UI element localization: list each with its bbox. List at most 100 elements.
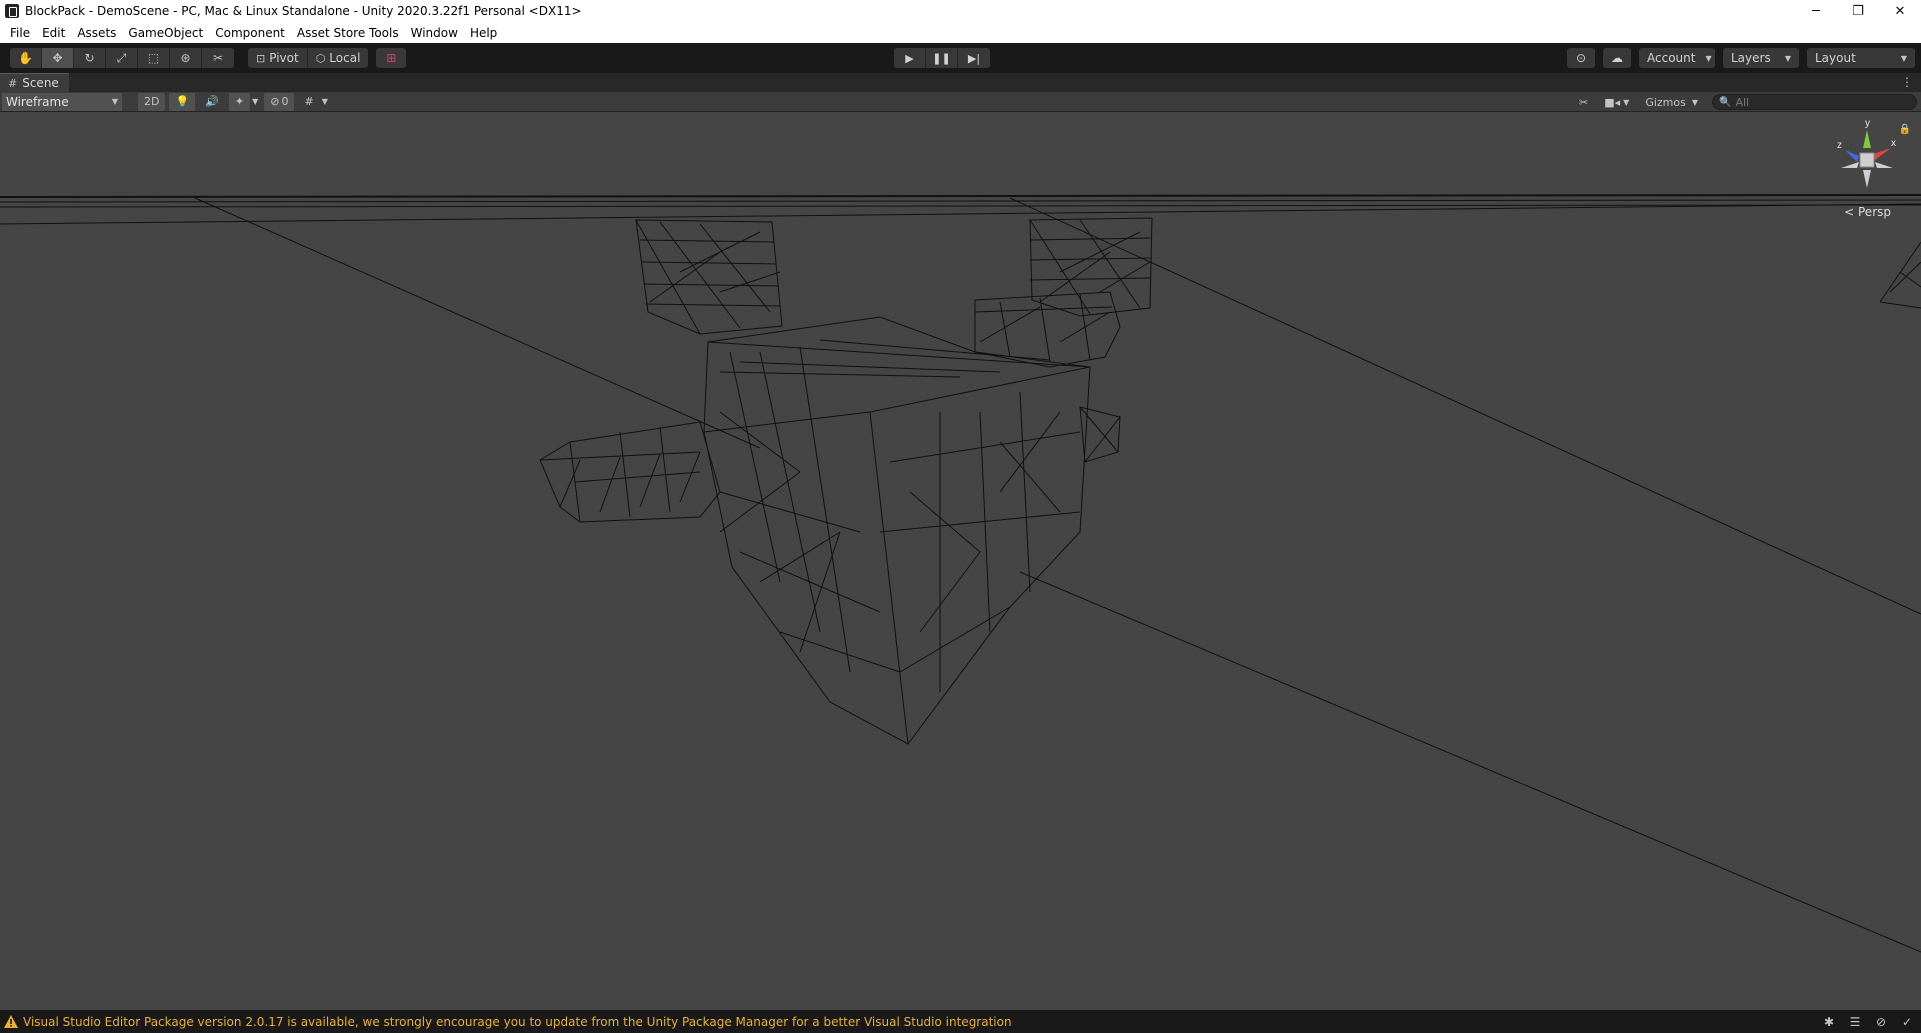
local-toggle-button[interactable]: ⬡ Local (307, 48, 369, 68)
menu-component[interactable]: Component (209, 26, 291, 40)
close-button[interactable]: ✕ (1879, 0, 1921, 22)
pause-icon[interactable]: ❚❚ (926, 48, 958, 68)
gizmo-y-axis (1863, 130, 1871, 148)
menu-bar: File Edit Assets GameObject Component As… (0, 22, 1921, 43)
tab-scene[interactable]: # Scene (0, 73, 69, 92)
hidden-eye-icon: ⊘ (270, 95, 280, 108)
more-options-icon[interactable]: ⋮ (1901, 75, 1913, 89)
far-right-partial-object (1879, 241, 1921, 309)
tab-scene-label: Scene (22, 76, 59, 90)
floating-block-right (1029, 217, 1153, 317)
scale-tool-icon[interactable]: ⤢ (106, 48, 138, 68)
chevron-down-icon[interactable]: ▼ (250, 93, 260, 111)
ground-line (1009, 197, 1921, 615)
collab-icon[interactable]: ⊙ (1567, 48, 1595, 68)
projection-text: Persp (1858, 205, 1891, 219)
local-cube-icon: ⬡ (315, 51, 326, 65)
gizmos-dropdown[interactable]: Gizmos ▼ (1639, 93, 1704, 111)
hand-tool-icon[interactable]: ✋ (10, 48, 42, 68)
search-placeholder: All (1735, 95, 1750, 109)
chevron-down-icon[interactable]: ▼ (320, 93, 330, 111)
cloud-icon[interactable]: ☁ (1603, 48, 1631, 68)
unity-logo-icon (5, 4, 19, 18)
gizmo-z-axis (1845, 150, 1859, 162)
camera-icon[interactable]: ■◂ ▼ (1598, 93, 1635, 111)
chevron-down-icon: ▼ (1900, 53, 1907, 63)
layers-dropdown[interactable]: Layers ▼ (1723, 48, 1799, 68)
search-icon: 🔍 (1719, 96, 1732, 108)
move-tool-icon[interactable]: ✥ (42, 48, 74, 68)
draw-mode-label: Wireframe (6, 94, 69, 109)
menu-gameobject[interactable]: GameObject (122, 26, 209, 40)
menu-asset-store-tools[interactable]: Asset Store Tools (291, 26, 405, 40)
layers-label: Layers (1731, 51, 1771, 65)
gizmo-x-label: x (1891, 138, 1896, 149)
scene-viewport[interactable]: y x z 🔒 < Persp (0, 112, 1921, 1010)
gizmo-neg-z (1875, 162, 1893, 168)
scene-visibility-button[interactable]: ⊘ 0 (264, 92, 295, 111)
warning-icon (4, 1015, 18, 1028)
transform-tools: ✋ ✥ ↻ ⤢ ⬚ ⊛ ✂ (10, 48, 234, 68)
gizmos-label: Gizmos (1645, 95, 1686, 109)
lighting-icon[interactable]: 💡 (169, 92, 196, 111)
grid-snap-icon[interactable]: ⊞ (376, 48, 407, 68)
window-title: BlockPack - DemoScene - PC, Mac & Linux … (25, 4, 582, 18)
window-titlebar: BlockPack - DemoScene - PC, Mac & Linux … (0, 0, 1921, 22)
orientation-gizmo[interactable]: y x z (1827, 118, 1907, 198)
scene-search-input[interactable]: 🔍 All (1712, 94, 1917, 110)
gizmo-neg-y (1863, 170, 1871, 188)
minimize-button[interactable]: ─ (1795, 0, 1837, 22)
left-wing-blocks (539, 421, 721, 523)
pivot-label: Pivot (269, 51, 299, 65)
rotate-tool-icon[interactable]: ↻ (74, 48, 106, 68)
progress-check-icon[interactable]: ✓ (1897, 1014, 1917, 1029)
menu-file[interactable]: File (4, 26, 36, 40)
horizon-line (0, 199, 1921, 203)
projection-label[interactable]: < Persp (1844, 205, 1891, 219)
scene-toolbar: Wireframe ▼ 2D 💡 🔊 ✦ ▼ ⊘ 0 # ▼ ✂ ■◂ ▼ Gi… (0, 92, 1921, 112)
chevron-down-icon: ▼ (111, 97, 118, 106)
layout-dropdown[interactable]: Layout ▼ (1807, 48, 1915, 68)
gizmo-x-axis (1873, 148, 1891, 160)
menu-assets[interactable]: Assets (71, 26, 122, 40)
tools-icon[interactable]: ✂ (1573, 93, 1594, 111)
play-icon[interactable]: ▶ (894, 48, 926, 68)
gizmo-z-label: z (1837, 140, 1842, 151)
audio-icon[interactable]: 🔊 (199, 93, 225, 111)
status-bar: Visual Studio Editor Package version 2.0… (0, 1010, 1921, 1033)
chevron-down-icon: ▼ (1784, 53, 1791, 63)
floating-block-left (635, 219, 783, 335)
transform-tool-icon[interactable]: ⊛ (170, 48, 202, 68)
main-toolbar: ✋ ✥ ↻ ⤢ ⬚ ⊛ ✂ ⊡ Pivot ⬡ Local ⊞ ▶ ❚❚ ▶| … (0, 43, 1921, 73)
menu-edit[interactable]: Edit (36, 26, 71, 40)
draw-mode-dropdown[interactable]: Wireframe ▼ (2, 92, 122, 111)
wireframe-scene (0, 194, 1921, 953)
menu-help[interactable]: Help (464, 26, 503, 40)
chevron-down-icon: ▼ (1705, 53, 1712, 63)
toggle-2d-button[interactable]: 2D (138, 92, 166, 111)
rect-tool-icon[interactable]: ⬚ (138, 48, 170, 68)
grid-toggle-icon[interactable]: # (298, 93, 319, 111)
step-icon[interactable]: ▶| (958, 48, 990, 68)
database-icon[interactable]: ☰ (1845, 1014, 1865, 1029)
central-block-structure (703, 316, 1091, 745)
restore-button[interactable]: ❐ (1837, 0, 1879, 22)
local-label: Local (329, 51, 361, 65)
gizmo-y-label: y (1865, 118, 1870, 129)
layout-label: Layout (1815, 51, 1856, 65)
scene-grid-icon: # (8, 76, 18, 90)
status-message[interactable]: Visual Studio Editor Package version 2.0… (23, 1015, 1012, 1029)
pivot-toggle-button[interactable]: ⊡ Pivot (248, 48, 308, 68)
hidden-count: 0 (281, 95, 289, 108)
no-cache-icon[interactable]: ⊘ (1871, 1014, 1891, 1029)
account-dropdown[interactable]: Account ▼ (1639, 48, 1715, 68)
menu-window[interactable]: Window (405, 26, 464, 40)
playmode-controls: ▶ ❚❚ ▶| (894, 48, 990, 68)
lock-icon[interactable]: 🔒 (1899, 124, 1911, 135)
gizmo-neg-x (1841, 162, 1859, 168)
ground-line (1019, 571, 1921, 953)
custom-tool-icon[interactable]: ✂ (202, 48, 234, 68)
bug-icon[interactable]: ✱ (1819, 1014, 1839, 1029)
effects-icon[interactable]: ✦ (228, 92, 251, 111)
gizmo-center-cube (1859, 152, 1875, 168)
